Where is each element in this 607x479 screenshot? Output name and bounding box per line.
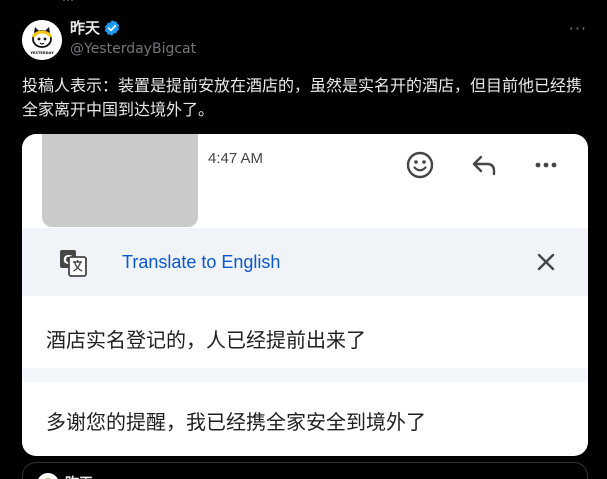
google-translate-icon: G bbox=[60, 250, 87, 277]
avatar-wordmark: YESTERDAY bbox=[29, 51, 54, 55]
reply-icon bbox=[472, 155, 496, 176]
tweet-text: 投稿人表示：装置是提前安放在酒店的，虽然是实名开的酒店，但目前他已经携全家离开中… bbox=[22, 76, 583, 119]
quoted-author-avatar bbox=[37, 473, 59, 479]
message-time: 4:47 AM bbox=[208, 150, 264, 167]
message-text-1: 酒店实名登记的，人已经提前出来了 bbox=[46, 328, 366, 352]
more-options-icon[interactable]: ··· bbox=[569, 20, 587, 38]
author-name[interactable]: 昨天 bbox=[70, 18, 100, 38]
author-name-row[interactable]: 昨天 bbox=[70, 18, 121, 38]
redacted-sender-block bbox=[42, 134, 198, 227]
translate-bar: G Translate to English bbox=[22, 228, 588, 296]
quoted-author-name: 昨天 bbox=[65, 473, 93, 479]
close-icon[interactable] bbox=[534, 250, 558, 274]
cat-logo-icon bbox=[38, 473, 58, 479]
translate-to-english-link[interactable]: Translate to English bbox=[122, 252, 280, 273]
tweet-page: … YESTERDAY 昨天 @YesterdayBigcat ··· 投稿人表… bbox=[0, 0, 607, 479]
quoted-tweet[interactable]: 昨天 bbox=[22, 462, 588, 479]
message-divider bbox=[22, 368, 588, 382]
message-text-2: 多谢您的提醒，我已经携全家安全到境外了 bbox=[46, 410, 426, 434]
previous-tweet-fragment: … bbox=[62, 0, 122, 3]
verified-badge-icon bbox=[104, 20, 120, 36]
author-avatar[interactable]: YESTERDAY bbox=[22, 20, 62, 60]
author-handle[interactable]: @YesterdayBigcat bbox=[70, 40, 196, 58]
cat-logo-icon: YESTERDAY bbox=[22, 20, 62, 60]
more-horizontal-icon bbox=[535, 162, 557, 168]
emoji-icon bbox=[406, 151, 434, 179]
message-screenshot-card[interactable]: 4:47 AM G Translate to English 酒店实名登记的，人… bbox=[22, 134, 588, 456]
